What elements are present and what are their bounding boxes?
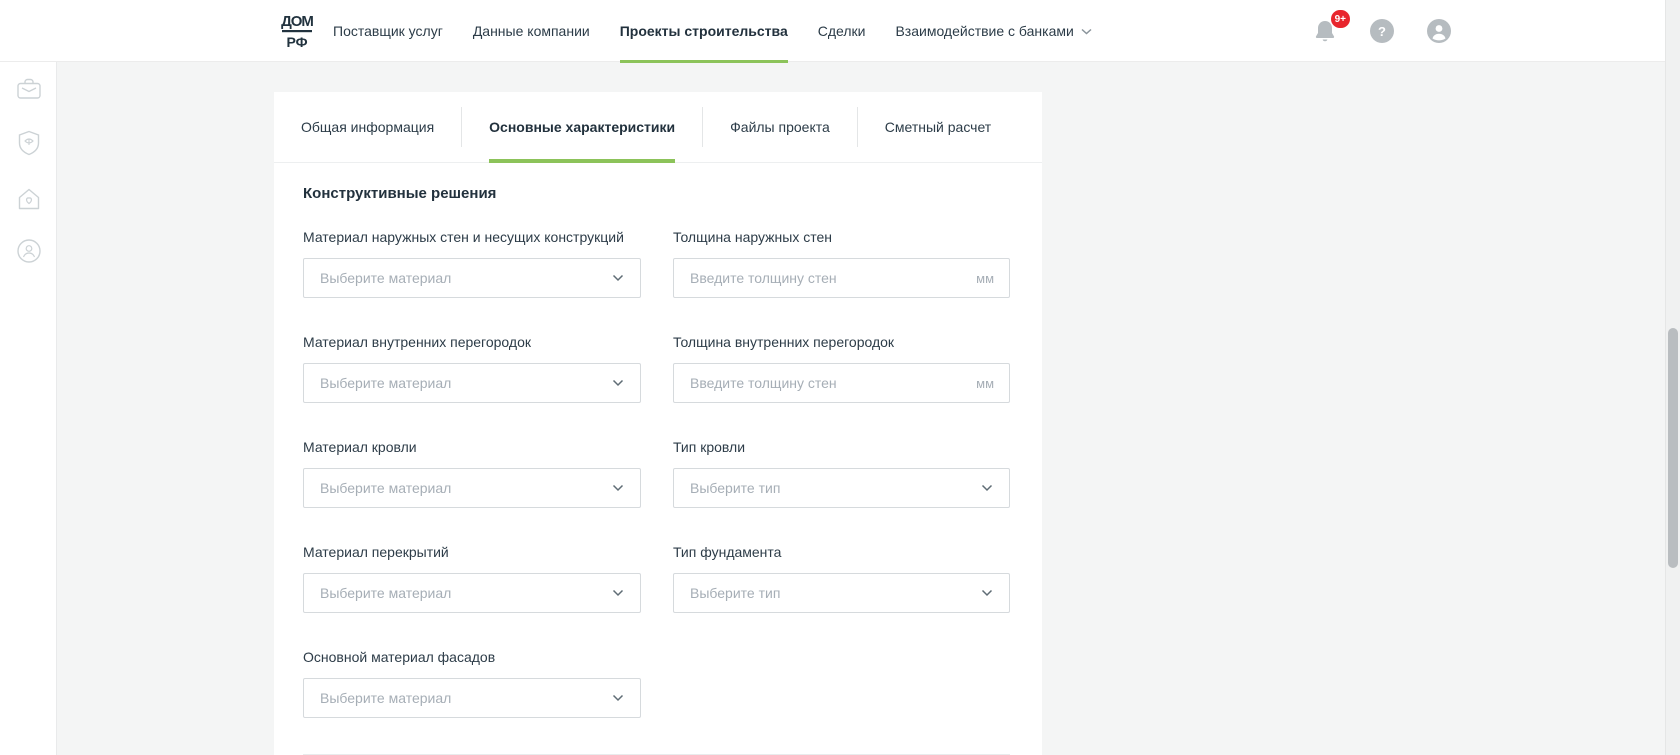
field-label: Материал наружных стен и несущих констру… (303, 229, 641, 245)
main-nav: Поставщик услуг Данные компании Проекты … (333, 0, 1092, 62)
tab-project-files[interactable]: Файлы проекта (703, 92, 857, 162)
select-placeholder: Выберите материал (320, 270, 451, 286)
section-title: Конструктивные решения (303, 185, 1010, 203)
shield-icon (14, 128, 44, 158)
tab-general-info[interactable]: Общая информация (274, 92, 461, 162)
chevron-down-icon (612, 484, 624, 492)
chevron-down-icon (612, 379, 624, 387)
field-label: Основной материал фасадов (303, 649, 641, 665)
person-circle-icon (14, 236, 44, 266)
inner-partitions-material-select[interactable]: Выберите материал (303, 363, 641, 403)
svg-text:ДОМ: ДОМ (281, 13, 313, 30)
nav-item-bank-interaction[interactable]: Взаимодействие с банками (895, 0, 1091, 62)
notifications-bell-button[interactable]: 9+ (1312, 18, 1338, 44)
roof-type-select[interactable]: Выберите тип (673, 468, 1010, 508)
chevron-down-icon (612, 274, 624, 282)
field-label: Тип фундамента (673, 544, 1010, 560)
form-row: Материал наружных стен и несущих констру… (303, 229, 1010, 298)
sidebar-item-housing[interactable] (14, 184, 44, 214)
select-placeholder: Выберите тип (690, 480, 780, 496)
outer-walls-thickness-input[interactable] (673, 258, 1010, 298)
project-tabs: Общая информация Основные характеристики… (274, 92, 1042, 163)
select-placeholder: Выберите материал (320, 690, 451, 706)
nav-item-service-provider[interactable]: Поставщик услуг (333, 0, 443, 62)
chevron-down-icon (612, 589, 624, 597)
field-label: Толщина внутренних перегородок (673, 334, 1010, 350)
outer-walls-material-select[interactable]: Выберите материал (303, 258, 641, 298)
field-label: Тип кровли (673, 439, 1010, 455)
field-label: Материал внутренних перегородок (303, 334, 641, 350)
page: ДОМ РФ Поставщик услуг Данные компании П… (0, 0, 1680, 755)
characteristics-form: Конструктивные решения Материал наружных… (274, 163, 1042, 755)
form-row: Основной материал фасадов Выберите матер… (303, 649, 1010, 718)
chevron-down-icon (981, 589, 993, 597)
foundation-type-select[interactable]: Выберите тип (673, 573, 1010, 613)
project-details-card: Общая информация Основные характеристики… (274, 92, 1042, 755)
nav-item-label: Взаимодействие с банками (895, 23, 1073, 39)
nav-item-deals[interactable]: Сделки (818, 0, 866, 62)
user-avatar-icon (1427, 19, 1451, 43)
select-placeholder: Выберите материал (320, 480, 451, 496)
notification-badge: 9+ (1330, 9, 1351, 29)
select-placeholder: Выберите тип (690, 585, 780, 601)
briefcase-icon (14, 74, 44, 104)
help-button[interactable]: ? (1369, 18, 1395, 44)
tab-main-characteristics[interactable]: Основные характеристики (462, 92, 702, 162)
roof-material-select[interactable]: Выберите материал (303, 468, 641, 508)
sidebar-item-portfolio[interactable] (14, 74, 44, 104)
inner-partitions-thickness-input[interactable] (673, 363, 1010, 403)
facade-material-select[interactable]: Выберите материал (303, 678, 641, 718)
question-icon: ? (1370, 19, 1394, 43)
select-placeholder: Выберите материал (320, 585, 451, 601)
sidebar-item-support[interactable] (14, 236, 44, 266)
house-heart-icon (14, 184, 44, 214)
form-row: Материал внутренних перегородок Выберите… (303, 334, 1010, 403)
select-placeholder: Выберите материал (320, 375, 451, 391)
form-row: Материал перекрытий Выберите материал Ти… (303, 544, 1010, 613)
top-navigation-bar: ДОМ РФ Поставщик услуг Данные компании П… (0, 0, 1680, 62)
chevron-down-icon (981, 484, 993, 492)
domrf-logo-icon[interactable]: ДОМ РФ (277, 10, 317, 52)
left-icon-sidebar (0, 62, 57, 755)
scrollbar-thumb[interactable] (1668, 328, 1678, 568)
field-label: Материал кровли (303, 439, 641, 455)
field-label: Толщина наружных стен (673, 229, 1010, 245)
form-row: Материал кровли Выберите материал Тип кр… (303, 439, 1010, 508)
nav-item-construction-projects[interactable]: Проекты строительства (620, 0, 788, 62)
profile-button[interactable] (1426, 18, 1452, 44)
svg-text:РФ: РФ (286, 34, 307, 50)
floor-slabs-material-select[interactable]: Выберите материал (303, 573, 641, 613)
chevron-down-icon (612, 694, 624, 702)
nav-item-company-data[interactable]: Данные компании (473, 0, 590, 62)
field-label: Материал перекрытий (303, 544, 641, 560)
tab-cost-estimate[interactable]: Сметный расчет (858, 92, 1018, 162)
sidebar-item-guarantees[interactable] (14, 128, 44, 158)
chevron-down-icon (1081, 28, 1092, 35)
scrollbar-track[interactable] (1665, 0, 1680, 755)
svg-text:?: ? (1378, 24, 1386, 39)
